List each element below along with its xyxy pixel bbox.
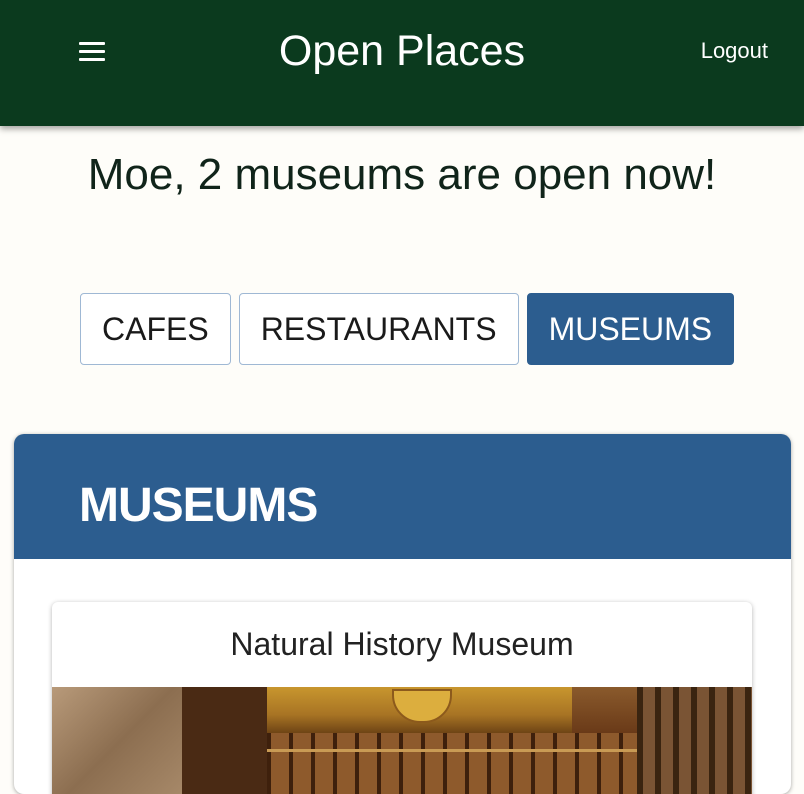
place-card[interactable]: Natural History Museum (52, 602, 752, 794)
tab-restaurants[interactable]: RESTAURANTS (238, 293, 519, 365)
place-name: Natural History Museum (230, 626, 574, 662)
place-photo (52, 687, 752, 794)
category-tabs: CAFES RESTAURANTS MUSEUMS (80, 293, 735, 365)
tab-museums[interactable]: MUSEUMS (526, 293, 735, 365)
greeting-message: Moe, 2 museums are open now! (87, 150, 717, 199)
tab-cafes[interactable]: CAFES (80, 293, 231, 365)
museums-panel: MUSEUMS Natural History Museum (14, 434, 791, 794)
panel-title: MUSEUMS (79, 479, 318, 532)
logout-button[interactable]: Logout (701, 36, 768, 66)
app-bar: Open Places Logout (0, 0, 804, 126)
hamburger-menu-icon[interactable] (79, 42, 105, 62)
app-title: Open Places (278, 27, 526, 75)
